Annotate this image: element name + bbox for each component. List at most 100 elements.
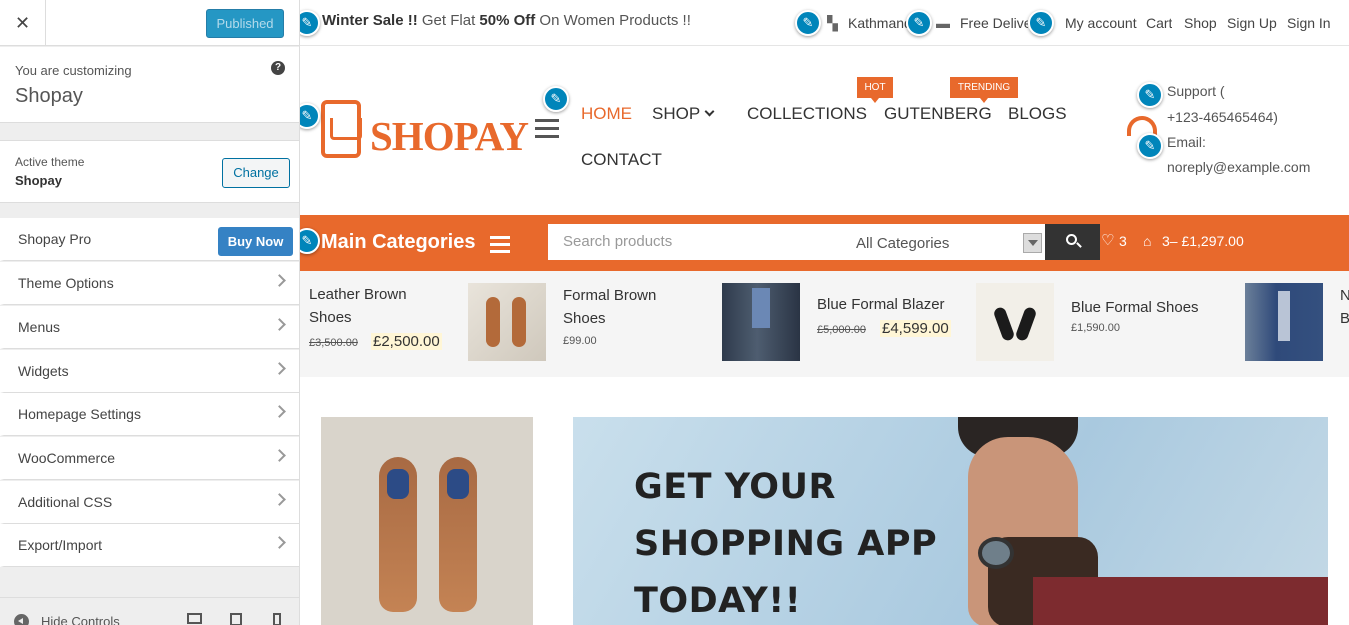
product-name[interactable]: N [1340,284,1349,307]
product-name[interactable]: B [1340,307,1349,330]
product-strip: Leather Brown Shoes £3,500.00 £2,500.00 … [300,271,1349,377]
chevron-right-icon [273,536,286,549]
product-price: £2,500.00 [371,333,442,350]
support-label: Support ( [1167,83,1225,99]
product-image[interactable] [1245,283,1323,361]
sidebar-item-label: Widgets [18,363,69,379]
search-input[interactable]: Search products [563,233,672,250]
product-name[interactable]: Leather Brown [309,283,407,306]
edit-pencil-icon[interactable]: ✎ [300,10,320,36]
help-icon[interactable]: ? [271,61,285,75]
product-name[interactable]: Shoes [563,307,606,330]
product-old-price: £5,000.00 [817,324,866,336]
heart-icon[interactable]: ♡ [1101,231,1114,249]
active-theme-label: Active theme [15,155,85,169]
sidebar-item-homepage-settings[interactable]: Homepage Settings [0,393,299,436]
hide-controls-button[interactable]: Hide Controls [41,614,120,625]
publish-button[interactable]: Published [206,9,284,38]
sidebar-item-label: Additional CSS [18,494,113,510]
customizer-sidebar: ✕ Published You are customizing Shopay ?… [0,0,300,625]
my-account-link[interactable]: My account [1065,15,1137,31]
customize-info: You are customizing Shopay ? [0,47,299,123]
wishlist-count[interactable]: 3 [1119,233,1127,249]
edit-pencil-icon[interactable]: ✎ [543,86,569,112]
chevron-right-icon [273,449,286,462]
product-image[interactable] [468,283,546,361]
product-name[interactable]: Blue Formal Blazer [817,293,945,316]
app-promo-banner[interactable]: GET YOUR SHOPPING APP TODAY!! [573,417,1328,625]
nav-contact[interactable]: CONTACT [581,150,662,170]
edit-pencil-icon[interactable]: ✎ [300,103,320,129]
edit-pencil-icon[interactable]: ✎ [906,10,932,36]
edit-pencil-icon[interactable]: ✎ [1137,82,1163,108]
select-arrow-icon[interactable] [1023,233,1042,253]
sidebar-item-export-import[interactable]: Export/Import [0,524,299,567]
category-select[interactable]: All Categories [856,235,949,252]
sidebar-item-label: Homepage Settings [18,406,141,422]
main-categories-toggle[interactable]: Main Categories [321,231,475,254]
category-search-bar: ✎ Main Categories Search products All Ca… [300,215,1349,271]
promo-text: Winter Sale !! Get Flat 50% Off On Women… [322,12,691,29]
cart-link[interactable]: Cart [1146,15,1172,31]
product-name[interactable]: Formal Brown [563,284,656,307]
truck-icon: ▬ [936,15,950,31]
promo-shoes-image[interactable] [321,417,533,625]
sidebar-item-woocommerce[interactable]: WooCommerce [0,437,299,480]
edit-pencil-icon[interactable]: ✎ [300,228,320,254]
sidebar-item-label: Export/Import [18,537,103,553]
site-logo[interactable]: SHOPAY [370,112,529,160]
product-image[interactable] [722,283,800,361]
sign-in-link[interactable]: Sign In [1287,15,1331,31]
customizer-header: ✕ Published [0,0,299,46]
nav-home[interactable]: HOME [581,104,632,124]
active-theme-name: Shopay [15,173,62,188]
basket-icon[interactable]: ⌂ [1143,233,1151,249]
nav-collections[interactable]: COLLECTIONS [747,104,867,124]
product-price: £99.00 [563,335,597,347]
sidebar-item-label: WooCommerce [18,450,115,466]
cart-total[interactable]: 3– £1,297.00 [1162,233,1244,249]
banner-heading-line: SHOPPING APP [634,524,938,564]
sidebar-item-widgets[interactable]: Widgets [0,350,299,393]
change-theme-button[interactable]: Change [222,158,290,188]
edit-pencil-icon[interactable]: ✎ [1137,133,1163,159]
desktop-preview-icon[interactable] [187,613,202,624]
product-price: £1,590.00 [1071,322,1120,334]
nav-gutenberg[interactable]: GUTENBERG [884,104,992,124]
chevron-right-icon [273,362,286,375]
banner-heading-line: TODAY!! [634,581,802,621]
product-image[interactable] [976,283,1054,361]
site-title: Shopay [15,85,83,107]
logo-cart-icon [330,118,362,140]
tablet-preview-icon[interactable] [230,613,242,625]
product-name[interactable]: Blue Formal Shoes [1071,296,1199,319]
nav-blogs[interactable]: BLOGS [1008,104,1067,124]
email-address: noreply@example.com [1167,159,1311,175]
nav-shop[interactable]: SHOP [652,104,700,124]
edit-pencil-icon[interactable]: ✎ [1028,10,1054,36]
sidebar-item-shopay-pro[interactable]: Shopay Pro Buy Now [0,218,299,261]
sidebar-item-additional-css[interactable]: Additional CSS [0,481,299,524]
chevron-right-icon [273,318,286,331]
product-old-price: £3,500.00 [309,337,358,349]
product-price: £4,599.00 [880,320,951,337]
mobile-preview-icon[interactable] [273,613,281,625]
menu-toggle-icon[interactable] [535,119,559,143]
close-icon[interactable]: ✕ [0,0,46,46]
search-button[interactable] [1045,224,1100,260]
collapse-icon[interactable] [14,614,29,625]
buy-now-button[interactable]: Buy Now [218,227,293,256]
sidebar-item-label: Menus [18,319,61,335]
categories-menu-icon[interactable] [490,236,510,257]
chevron-right-icon [273,405,286,418]
sidebar-item-menus[interactable]: Menus [0,306,299,349]
sidebar-item-label: Theme Options [18,275,114,291]
customizer-footer: Hide Controls [0,597,299,625]
sidebar-item-theme-options[interactable]: Theme Options [0,262,299,305]
edit-pencil-icon[interactable]: ✎ [795,10,821,36]
support-phone: +123-465465464) [1167,109,1278,125]
shop-link[interactable]: Shop [1184,15,1217,31]
trending-badge: TRENDING [950,77,1018,103]
product-name[interactable]: Shoes [309,306,352,329]
sign-up-link[interactable]: Sign Up [1227,15,1277,31]
